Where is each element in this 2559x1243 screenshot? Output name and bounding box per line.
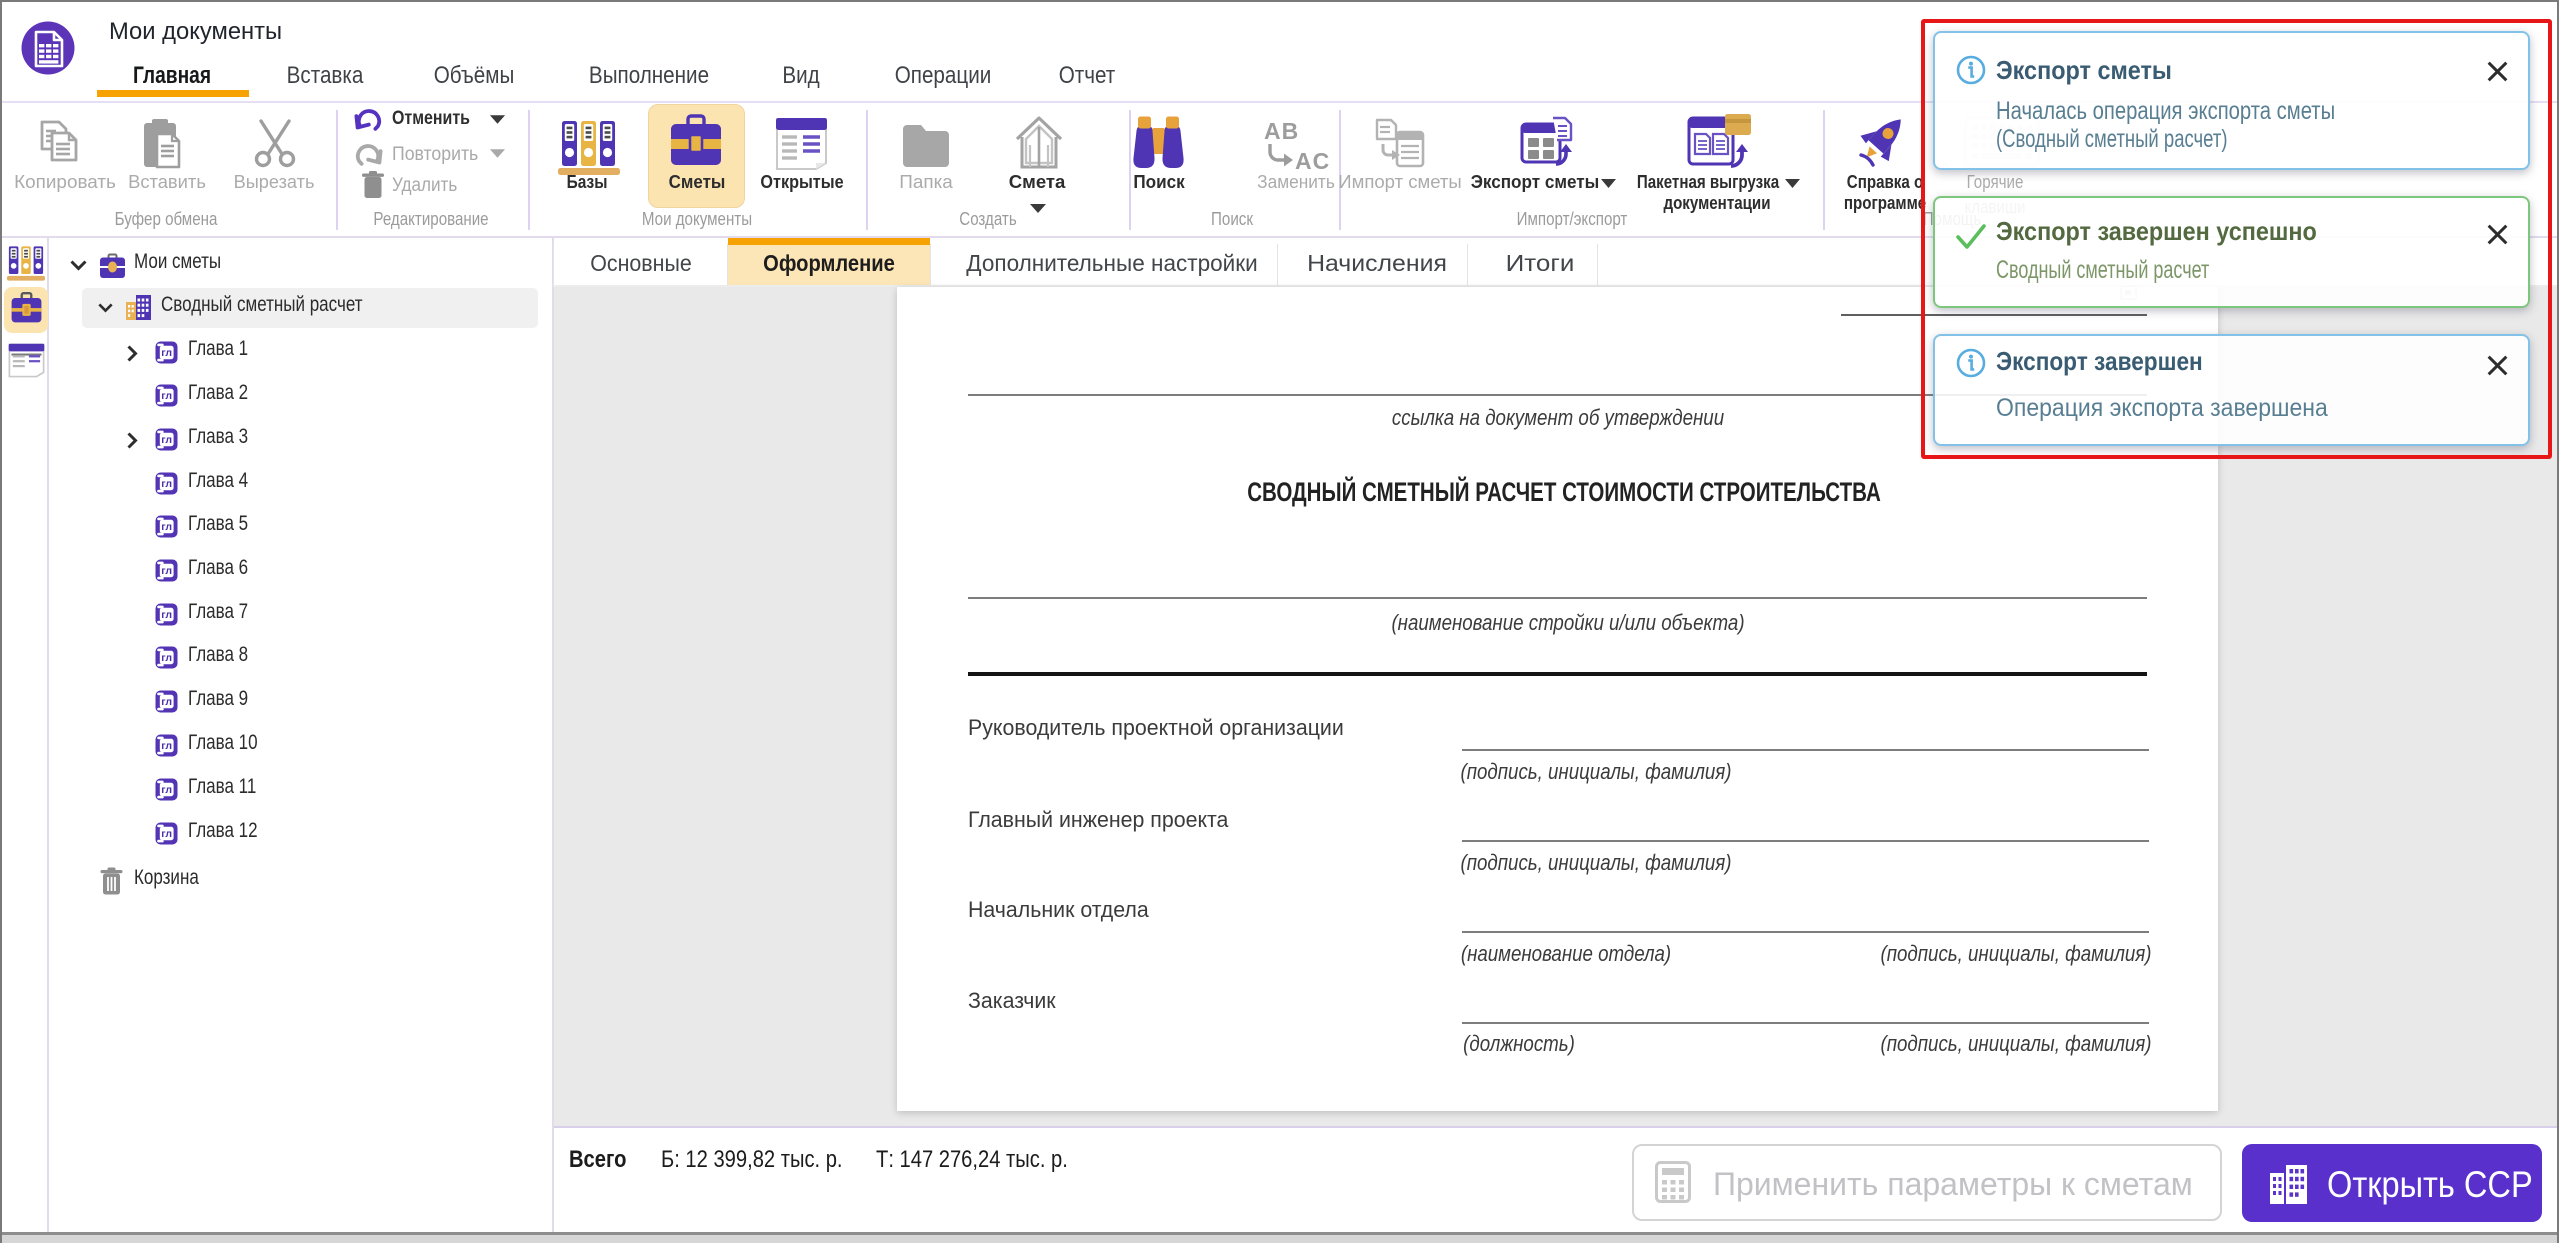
svg-text:AC: AC: [1295, 148, 1330, 174]
svg-text:AB: AB: [1264, 118, 1299, 144]
